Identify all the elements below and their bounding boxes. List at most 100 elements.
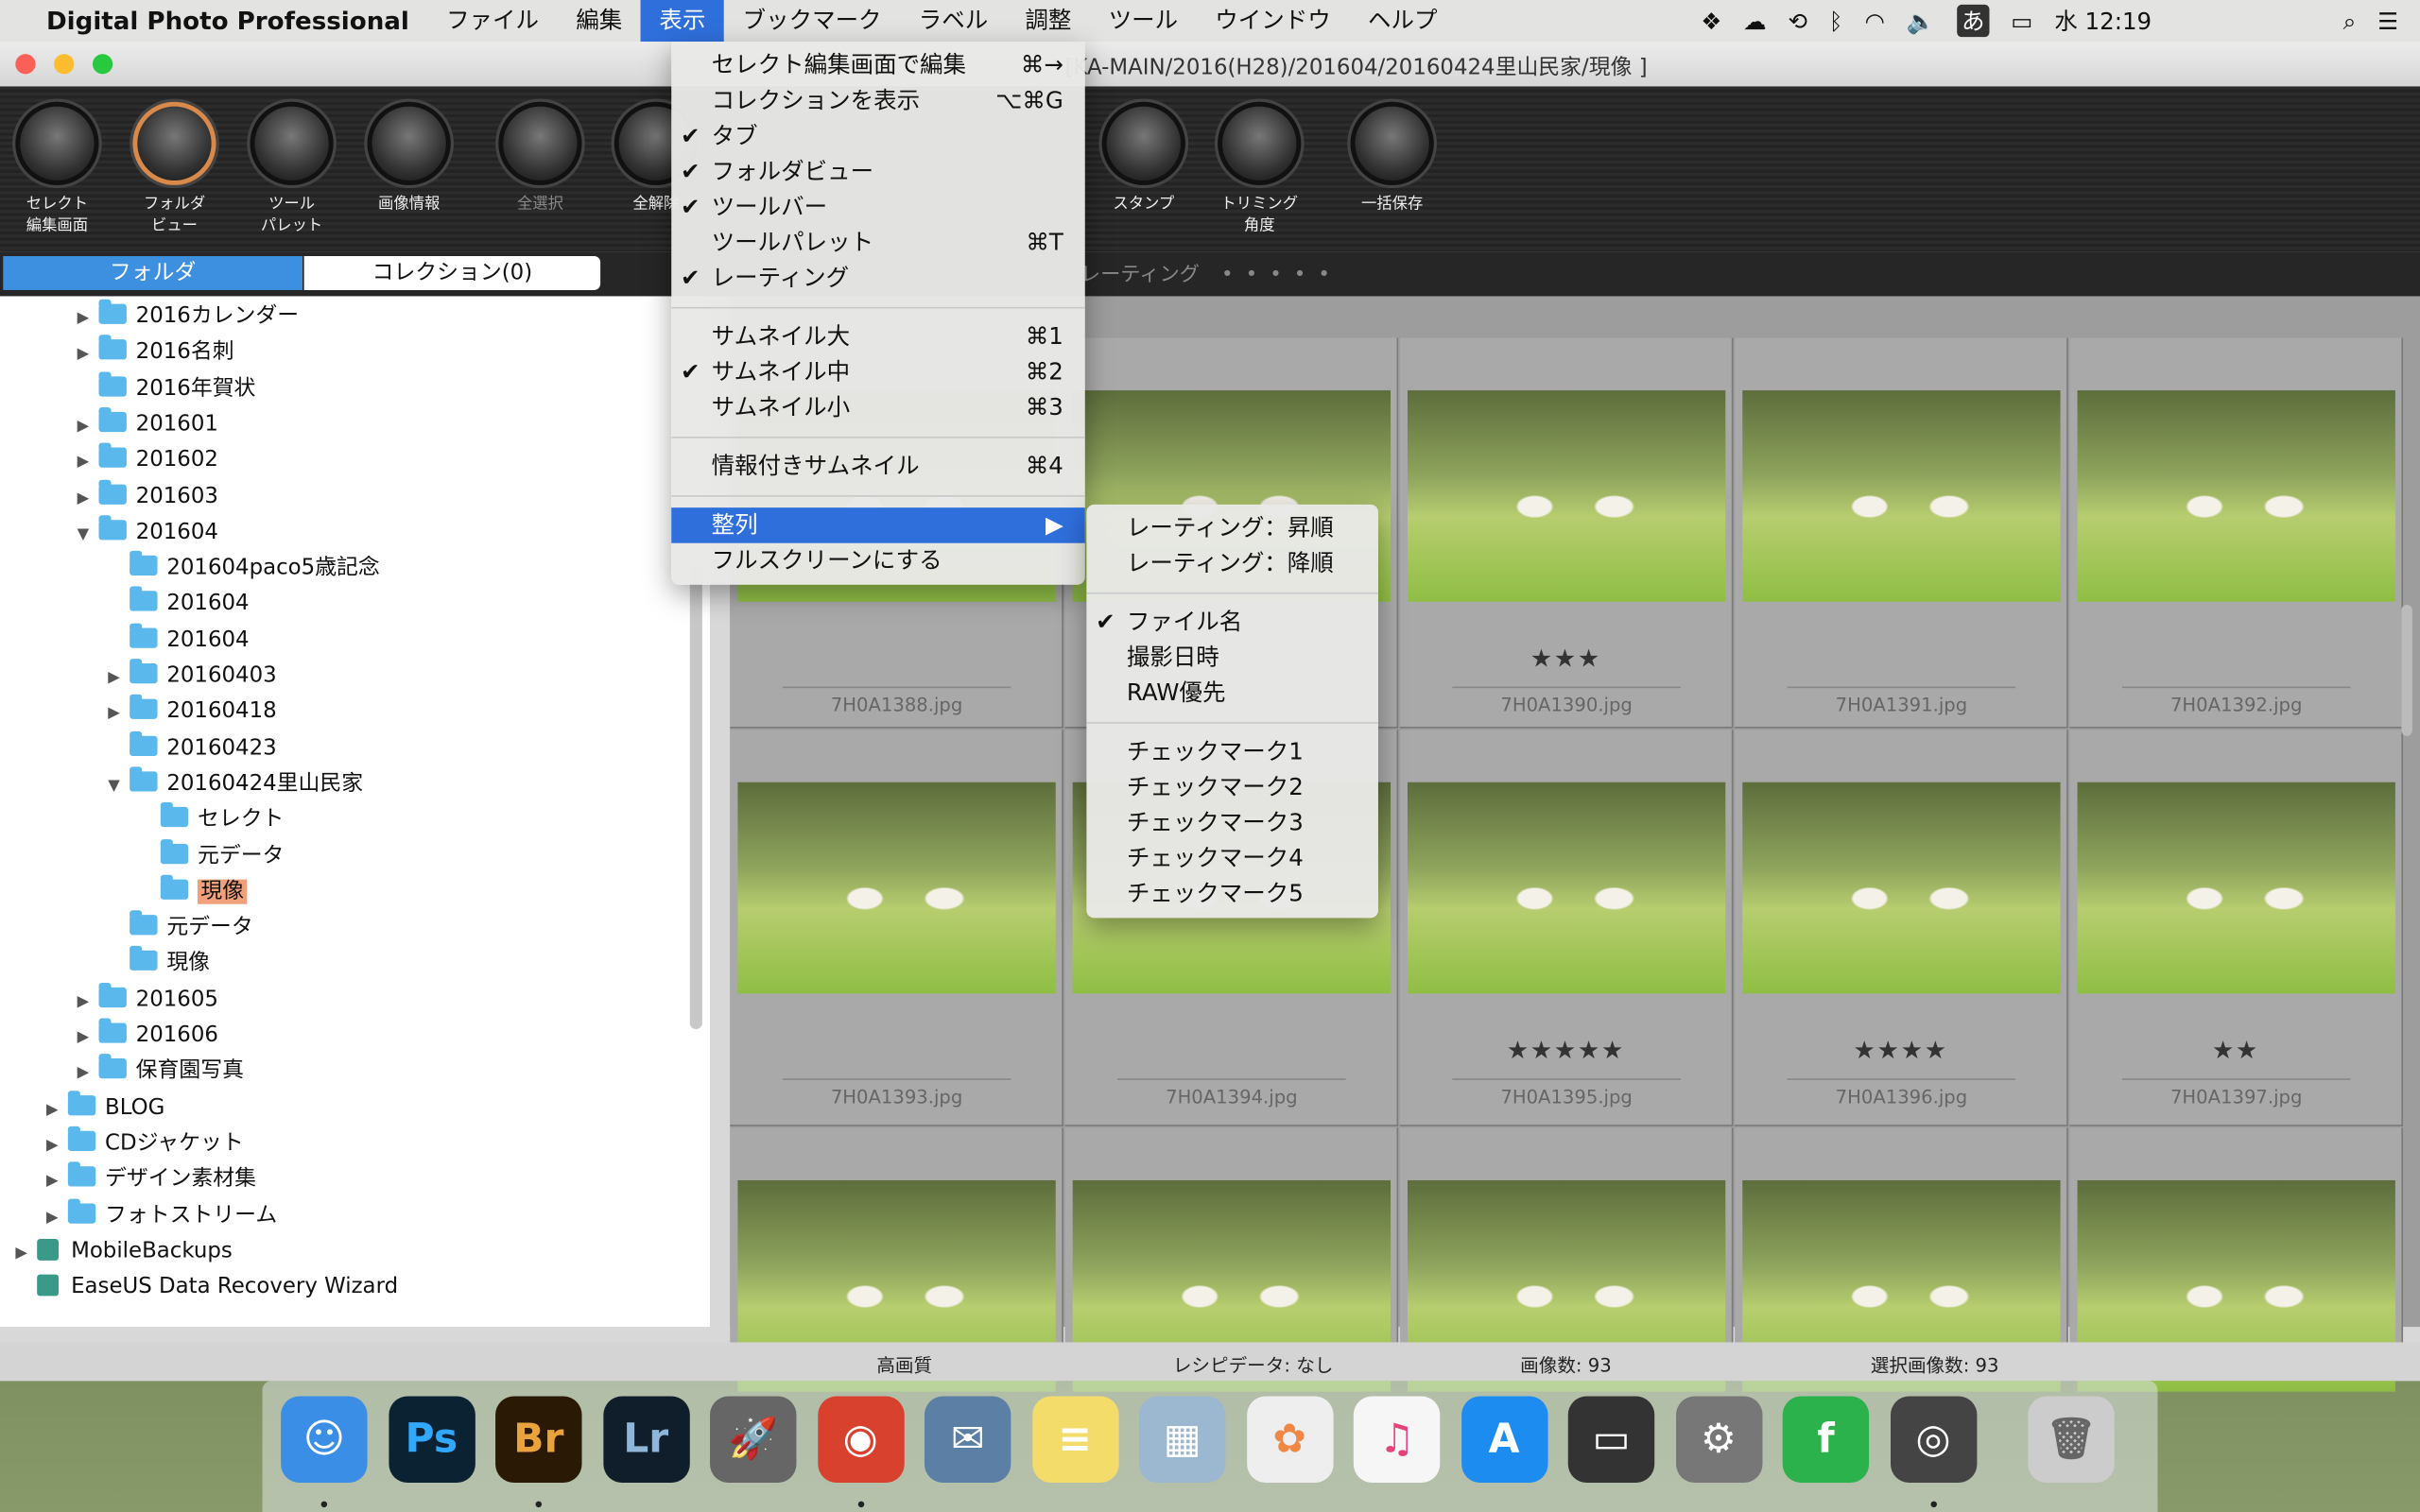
disclosure-closed-icon[interactable]: ▶ <box>46 1127 68 1163</box>
tree-item[interactable]: 20160423 <box>108 730 277 766</box>
wifi-icon[interactable]: ◠ <box>1864 7 1884 34</box>
menu-item[interactable]: ✔ タブ <box>671 119 1085 155</box>
dock-finder-icon[interactable]: ☺ <box>281 1396 368 1483</box>
dock-app-store-icon[interactable]: A <box>1461 1396 1547 1483</box>
clock[interactable]: 水 12:19 <box>2054 5 2152 37</box>
disclosure-closed-icon[interactable]: ▶ <box>78 1056 99 1091</box>
tree-item[interactable]: 現像 <box>139 874 248 910</box>
menu-item[interactable]: チェックマーク1 <box>1086 734 1378 770</box>
thumbnail-cell[interactable]: 7H0A1393.jpg <box>730 730 1063 1126</box>
menu-item[interactable]: レーティング：昇順 <box>1086 510 1378 546</box>
apple-icon[interactable] <box>0 0 37 42</box>
rating-filter[interactable]: レーティング ••••• <box>1080 258 1342 286</box>
disclosure-closed-icon[interactable]: ▶ <box>78 445 99 481</box>
menu-item[interactable]: 整列 ▶ <box>671 507 1085 543</box>
menu-item[interactable]: セレクト編集画面で編集 ⌘→ <box>671 48 1085 84</box>
menu-3[interactable]: ブックマーク <box>724 0 900 42</box>
menu-1[interactable]: 編集 <box>558 0 641 42</box>
menu-item[interactable]: チェックマーク4 <box>1086 841 1378 877</box>
tree-item[interactable]: EaseUS Data Recovery Wizard <box>15 1270 398 1306</box>
thumbnail-cell[interactable] <box>1735 1127 2068 1392</box>
thumbnail-image[interactable] <box>1742 390 2061 602</box>
thumbnail-image[interactable] <box>1407 782 1726 994</box>
thumbnail-image[interactable] <box>1742 782 2061 994</box>
toolbar-button-8[interactable]: 一括保存 <box>1339 95 1446 215</box>
bluetooth-icon[interactable]: ᛒ <box>1829 7 1843 34</box>
tree-item[interactable]: ▶ 201603 <box>78 478 218 517</box>
thumbnail-cell[interactable]: 7H0A1392.jpg <box>2069 337 2404 729</box>
thumbnail-image[interactable] <box>737 782 1056 994</box>
menu-item[interactable]: サムネイル小 ⌘3 <box>671 390 1085 426</box>
tree-item[interactable]: ▶ 201601 <box>78 406 218 444</box>
toolbar-button-4[interactable]: 全選択 <box>486 95 594 215</box>
dock-preview-icon[interactable]: ▦ <box>1138 1396 1226 1483</box>
disclosure-closed-icon[interactable]: ▶ <box>46 1163 68 1199</box>
tree-item[interactable]: ▶ 201602 <box>78 442 218 481</box>
menu-item[interactable]: チェックマーク3 <box>1086 805 1378 841</box>
dropbox-icon[interactable]: ❖ <box>1701 7 1721 34</box>
toolbar-button-2[interactable]: ツール パレット <box>237 95 345 237</box>
dock-notes-icon[interactable]: ≡ <box>1031 1396 1118 1483</box>
disclosure-closed-icon[interactable]: ▶ <box>78 408 99 444</box>
dock-feedly-icon[interactable]: f <box>1782 1396 1870 1483</box>
ime-indicator[interactable]: あ <box>1957 4 1990 38</box>
menu-item[interactable]: ツールパレット ⌘T <box>671 225 1085 261</box>
menu-item[interactable]: ✔ ファイル名 <box>1086 605 1378 641</box>
menu-item[interactable]: ✔ サムネイル中 ⌘2 <box>671 355 1085 391</box>
menu-5[interactable]: 調整 <box>1007 0 1090 42</box>
tree-item[interactable]: ▼ 201604 <box>78 514 218 551</box>
tree-item[interactable]: 現像 <box>108 946 210 982</box>
dock-mail-bird-icon[interactable]: ✉ <box>924 1396 1011 1483</box>
disclosure-closed-icon[interactable]: ▶ <box>108 661 130 696</box>
app-name-menu[interactable]: Digital Photo Professional <box>37 7 427 36</box>
dock-system-preferences-icon[interactable]: ⚙ <box>1675 1396 1762 1483</box>
thumbnail-cell[interactable] <box>2069 1127 2404 1392</box>
disclosure-closed-icon[interactable]: ▶ <box>78 481 99 517</box>
disclosure-closed-icon[interactable]: ▶ <box>108 696 130 732</box>
thumbnail-image[interactable] <box>1407 390 1726 602</box>
tree-item[interactable]: ▶ 20160418 <box>108 695 277 732</box>
battery-icon[interactable]: ▭ <box>2011 7 2032 34</box>
disclosure-closed-icon[interactable]: ▶ <box>46 1199 68 1235</box>
menu-item[interactable]: チェックマーク5 <box>1086 876 1378 912</box>
dock-itunes-icon[interactable]: ♫ <box>1353 1396 1441 1483</box>
dock-lightroom-icon[interactable]: Lr <box>602 1396 689 1483</box>
volume-icon[interactable]: 🔈 <box>1907 7 1936 34</box>
thumbnail-cell[interactable]: ★★★ 7H0A1390.jpg <box>1399 337 1734 729</box>
toolbar-button-3[interactable]: 画像情報 <box>355 95 463 215</box>
tree-item[interactable]: セレクト <box>139 802 284 838</box>
menu-item[interactable]: コレクションを表示 ⌥⌘G <box>671 83 1085 119</box>
menu-item[interactable]: 撮影日時 <box>1086 641 1378 677</box>
tree-item[interactable]: 2016年賀状 <box>78 370 255 407</box>
tree-item[interactable]: 201604 <box>108 623 250 659</box>
disclosure-closed-icon[interactable]: ▶ <box>46 1091 68 1127</box>
tree-item[interactable]: 元データ <box>139 838 284 874</box>
thumbnail-cell[interactable] <box>730 1127 1063 1392</box>
thumbnail-cell[interactable] <box>1064 1127 1399 1392</box>
dock-trash-icon[interactable]: 🗑 <box>2028 1396 2115 1483</box>
thumbnail-cell[interactable] <box>1399 1127 1734 1392</box>
time-machine-icon[interactable]: ⟲ <box>1789 7 1808 34</box>
menu-6[interactable]: ツール <box>1090 0 1197 42</box>
thumbnail-cell[interactable]: ★★★★ 7H0A1396.jpg <box>1735 730 2068 1126</box>
disclosure-open-icon[interactable]: ▼ <box>108 768 130 804</box>
dock-digital-photo-professional-icon[interactable]: ◎ <box>1890 1396 1977 1483</box>
thumbnail-cell[interactable]: 7H0A1391.jpg <box>1735 337 2068 729</box>
menu-item[interactable]: ✔ フォルダビュー <box>671 154 1085 190</box>
dock-bridge-icon[interactable]: Br <box>495 1396 582 1483</box>
menu-item[interactable]: レーティング：降順 <box>1086 546 1378 582</box>
menu-item[interactable]: フルスクリーンにする <box>671 543 1085 579</box>
disclosure-closed-icon[interactable]: ▶ <box>78 984 99 1020</box>
disclosure-closed-icon[interactable]: ▶ <box>78 301 99 336</box>
disclosure-closed-icon[interactable]: ▶ <box>78 1020 99 1056</box>
dock-photos-icon[interactable]: ✿ <box>1246 1396 1333 1483</box>
tree-item[interactable]: ▶ BLOG <box>46 1090 164 1127</box>
thumbnail-cell[interactable]: ★★ 7H0A1397.jpg <box>2069 730 2404 1126</box>
tree-item[interactable]: 201604paco5歳記念 <box>108 551 380 587</box>
menu-item[interactable]: ✔ レーティング <box>671 261 1085 297</box>
dock-photoshop-icon[interactable]: Ps <box>388 1396 475 1483</box>
menu-item[interactable]: ✔ ツールバー <box>671 190 1085 226</box>
close-button[interactable] <box>15 54 36 75</box>
tree-item[interactable]: ▶ MobileBackups <box>15 1234 233 1270</box>
sidebar-scrollbar[interactable] <box>689 566 702 1029</box>
